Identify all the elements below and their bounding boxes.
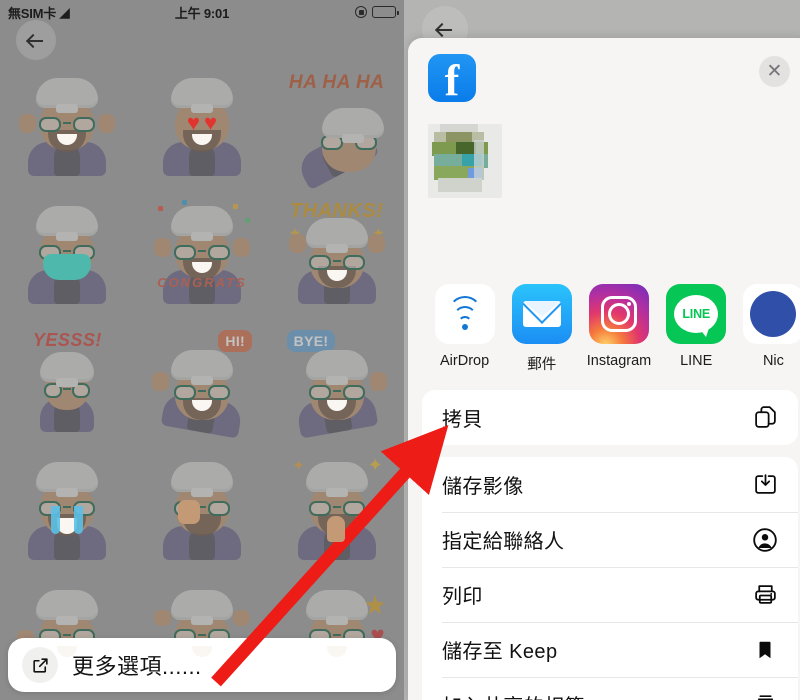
- sticker-item[interactable]: HI!: [135, 318, 270, 442]
- share-target-line[interactable]: LINE LINE: [658, 284, 735, 374]
- arrow-left-icon: [436, 21, 454, 38]
- sticker-item[interactable]: ♥ ♥: [135, 62, 270, 186]
- copy-icon: [750, 403, 780, 433]
- action-label: 拷貝: [442, 409, 483, 431]
- action-row-assign-to-contact[interactable]: 指定給聯絡人: [422, 512, 798, 567]
- sticker-caption: CONGRATS: [157, 275, 247, 290]
- stickers-screen: ♥ ♥ HA HA HA CONGRATS THANKS! ★ ★ YESSS!…: [0, 0, 404, 700]
- action-group: 拷貝: [422, 390, 798, 445]
- printer-icon: [750, 580, 780, 610]
- sticker-caption: BYE!: [286, 330, 336, 352]
- memoji-thumbs-up: [17, 72, 117, 176]
- action-row-save-to-keep[interactable]: 儲存至 Keep: [422, 622, 798, 677]
- share-sheet-header: f ✕: [408, 38, 800, 116]
- share-target-label: Nic: [762, 353, 784, 369]
- sticker-item[interactable]: HA HA HA: [269, 62, 404, 191]
- instagram-icon: [589, 284, 649, 344]
- action-row-print[interactable]: 列印: [422, 567, 798, 622]
- share-sheet: f ✕ AirDrop 郵件 Instagram LINE LINE Nic 拷…: [408, 38, 800, 700]
- share-target-label: LINE: [680, 353, 713, 369]
- action-label: 指定給聯絡人: [442, 531, 565, 553]
- back-button[interactable]: [16, 20, 56, 60]
- memoji-bye-wave: BYE!: [286, 328, 387, 439]
- airdrop-icon: [434, 284, 495, 344]
- share-target-instagram[interactable]: Instagram: [580, 284, 657, 374]
- status-bar: 無SIM卡 ◢ 上午 9:01: [0, 0, 404, 24]
- save-image-icon: [750, 470, 780, 500]
- sticker-caption: YESSS!: [32, 330, 102, 350]
- sticker-item[interactable]: [0, 190, 135, 314]
- action-group: 儲存影像 指定給聯絡人 列印 儲存至 Keep: [422, 457, 798, 700]
- shared-album-icon: [750, 690, 780, 700]
- screenshot-root: ♥ ♥ HA HA HA CONGRATS THANKS! ★ ★ YESSS!…: [0, 0, 800, 700]
- contact-icon: [750, 525, 780, 555]
- memoji-praying: ✦ ✦ ✦: [287, 456, 387, 560]
- share-external-icon: [22, 647, 58, 683]
- arrow-left-icon: [27, 32, 45, 49]
- mail-icon: [511, 284, 572, 344]
- memoji-facepalm: [152, 456, 252, 560]
- memoji-thanks: THANKS! ★ ★: [287, 200, 387, 304]
- facebook-icon: f: [428, 54, 476, 102]
- sticker-caption: HI!: [218, 330, 252, 352]
- share-target-nic[interactable]: Nic: [735, 284, 800, 374]
- close-icon[interactable]: ✕: [759, 56, 790, 87]
- memoji-congrats: CONGRATS: [152, 200, 252, 304]
- status-time: 上午 9:01: [174, 5, 230, 21]
- share-target-mail[interactable]: 郵件: [503, 284, 580, 374]
- share-actions-list: 拷貝 儲存影像 指定給聯絡人 列印 儲存至 Keep: [408, 390, 800, 700]
- action-row-save-image[interactable]: 儲存影像: [422, 457, 798, 512]
- battery-icon: [372, 6, 399, 18]
- action-label: 儲存至 Keep: [442, 641, 558, 663]
- line-icon: LINE: [666, 284, 727, 344]
- action-label: 加入共享的相簿: [442, 690, 585, 700]
- blurred-image-thumbnail[interactable]: [428, 124, 502, 198]
- sticker-item[interactable]: [0, 446, 135, 570]
- memoji-yesss: YESSS!: [17, 328, 117, 432]
- sticker-item[interactable]: YESSS!: [0, 318, 135, 442]
- sticker-item[interactable]: [135, 446, 270, 570]
- share-targets-row: AirDrop 郵件 Instagram LINE LINE Nic: [408, 284, 800, 374]
- bookmark-icon: [750, 635, 780, 665]
- memoji-laughing-rolling: HA HA HA: [287, 72, 387, 191]
- share-target-label: 郵件: [527, 357, 557, 373]
- more-options-label: 更多選項......: [72, 654, 202, 679]
- sticker-caption: HA HA HA: [288, 72, 385, 93]
- status-bar-right: [355, 6, 399, 18]
- memoji-hi-wave: HI!: [151, 328, 252, 439]
- memoji-face-mask: [17, 200, 117, 304]
- memoji-heart-eyes: ♥ ♥: [152, 72, 252, 176]
- nic-app-icon: [743, 284, 800, 344]
- share-target-label: Instagram: [586, 353, 652, 369]
- share-sheet-screen: f ✕ AirDrop 郵件 Instagram LINE LINE Nic 拷…: [404, 0, 800, 700]
- sticker-item[interactable]: [0, 62, 135, 186]
- sticker-item[interactable]: THANKS! ★ ★: [269, 190, 404, 314]
- action-label: 儲存影像: [442, 476, 524, 498]
- action-label: 列印: [442, 586, 483, 608]
- sticker-grid: ♥ ♥ HA HA HA CONGRATS THANKS! ★ ★ YESSS!…: [0, 62, 404, 698]
- share-target-airdrop[interactable]: AirDrop: [426, 284, 503, 374]
- sticker-item[interactable]: CONGRATS: [135, 190, 270, 314]
- action-row-add-to-shared-album[interactable]: 加入共享的相簿: [422, 677, 798, 700]
- share-target-label: AirDrop: [440, 353, 490, 369]
- sticker-item[interactable]: ✦ ✦ ✦: [269, 446, 404, 570]
- memoji-crying: [17, 456, 117, 560]
- rotation-lock-icon: [355, 6, 367, 18]
- sticker-item[interactable]: BYE!: [269, 318, 404, 442]
- action-row-copy[interactable]: 拷貝: [422, 390, 798, 445]
